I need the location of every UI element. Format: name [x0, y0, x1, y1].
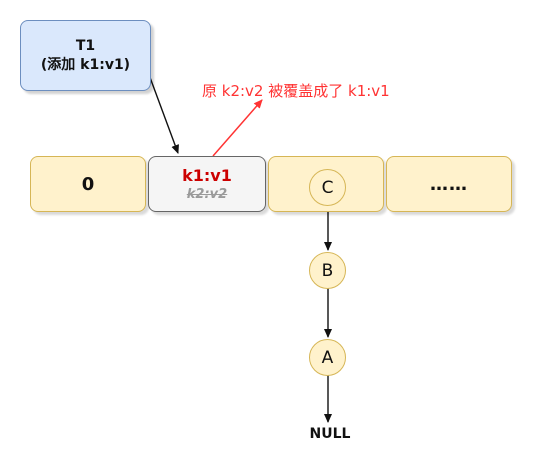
table-slot-3: …… [386, 156, 512, 212]
overwrite-annotation: 原 k2:v2 被覆盖成了 k1:v1 [202, 82, 390, 100]
old-entry-label: k2:v2 [186, 187, 228, 202]
table-slot-0: 0 [30, 156, 146, 212]
chain-node-a: A [309, 339, 346, 376]
chain-node-c-label: C [321, 177, 334, 198]
chain-end-null: NULL [309, 426, 351, 442]
table-slot-1: k1:v1 k2:v2 [148, 156, 266, 212]
thread-t1-box: T1 (添加 k1:v1) [20, 20, 151, 91]
chain-node-c: C [309, 169, 346, 206]
chain-node-a-label: A [321, 347, 334, 368]
chain-node-b: B [309, 252, 346, 289]
thread-title: T1 [75, 37, 96, 54]
thread-to-slot-arrow [147, 71, 179, 154]
new-entry-label: k1:v1 [182, 166, 232, 185]
slot-0-label: 0 [81, 173, 95, 195]
annotation-arrow [212, 99, 263, 157]
slot-3-ellipsis: …… [430, 173, 468, 195]
chain-node-b-label: B [321, 260, 334, 281]
thread-action: (添加 k1:v1) [40, 56, 131, 73]
